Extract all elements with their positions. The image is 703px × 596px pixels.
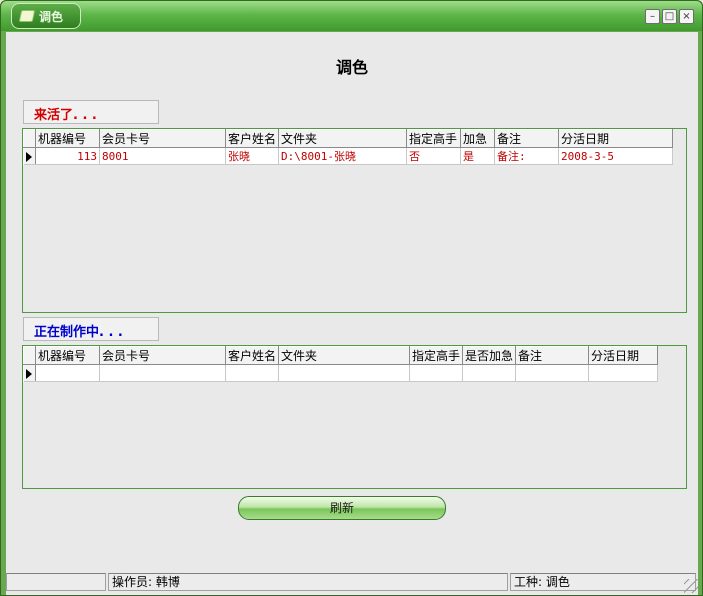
current-row-indicator bbox=[23, 147, 36, 165]
cell-folder[interactable]: D:\8001-张晓 bbox=[278, 147, 408, 165]
window-title: 调色 bbox=[39, 9, 64, 24]
main-window: 调色 – □ × 调色 来活了. . . 机器编号 会员卡号 客户姓名 文件夹 … bbox=[0, 0, 703, 596]
col-urgent[interactable]: 加急 bbox=[460, 129, 496, 148]
incoming-table: 机器编号 会员卡号 客户姓名 文件夹 指定高手 加急 备注 分活日期 113 8… bbox=[23, 129, 674, 165]
col-date[interactable]: 分活日期 bbox=[588, 346, 659, 365]
col-machine-no[interactable]: 机器编号 bbox=[35, 346, 100, 365]
status-operator: 操作员: 韩博 bbox=[108, 573, 508, 591]
incoming-label: 来活了. . . bbox=[23, 100, 159, 124]
current-row-arrow-icon bbox=[26, 368, 33, 379]
close-button[interactable]: × bbox=[679, 9, 694, 24]
table-row[interactable] bbox=[23, 364, 659, 382]
cell-folder[interactable] bbox=[278, 364, 411, 382]
col-member-card[interactable]: 会员卡号 bbox=[99, 346, 226, 365]
row-indicator-header bbox=[23, 129, 36, 148]
cell-member-card[interactable]: 8001 bbox=[99, 147, 226, 165]
title-bar[interactable]: 调色 – □ × bbox=[1, 1, 702, 31]
cell-machine-no[interactable] bbox=[35, 364, 100, 382]
cell-machine-no[interactable]: 113 bbox=[35, 147, 100, 165]
title-tab: 调色 bbox=[11, 3, 81, 29]
maximize-button[interactable]: □ bbox=[662, 9, 677, 24]
col-remark[interactable]: 备注 bbox=[494, 129, 560, 148]
col-folder[interactable]: 文件夹 bbox=[278, 129, 408, 148]
client-area: 调色 来活了. . . 机器编号 会员卡号 客户姓名 文件夹 指定高手 加急 备… bbox=[6, 32, 698, 595]
resize-grip-icon[interactable] bbox=[684, 579, 698, 593]
col-date[interactable]: 分活日期 bbox=[558, 129, 674, 148]
cell-remark[interactable] bbox=[515, 364, 590, 382]
col-customer[interactable]: 客户姓名 bbox=[224, 346, 280, 365]
col-urgent[interactable]: 是否加急 bbox=[462, 346, 517, 365]
cell-customer[interactable] bbox=[225, 364, 280, 382]
cell-date[interactable] bbox=[588, 364, 659, 382]
cell-urgent[interactable]: 是 bbox=[460, 147, 496, 165]
page-title: 调色 bbox=[335, 58, 368, 77]
incoming-header-row: 机器编号 会员卡号 客户姓名 文件夹 指定高手 加急 备注 分活日期 bbox=[23, 129, 674, 148]
table-row[interactable]: 113 8001 张晓 D:\8001-张晓 否 是 备注: 2008-3-5 bbox=[23, 147, 674, 165]
col-folder[interactable]: 文件夹 bbox=[278, 346, 411, 365]
in-progress-header-row: 机器编号 会员卡号 客户姓名 文件夹 指定高手 是否加急 备注 分活日期 bbox=[23, 346, 659, 365]
window-controls: – □ × bbox=[645, 9, 694, 24]
cell-customer[interactable]: 张晓 bbox=[225, 147, 280, 165]
current-row-arrow-icon bbox=[26, 151, 33, 162]
col-remark[interactable]: 备注 bbox=[515, 346, 590, 365]
status-job-type: 工种: 调色 bbox=[510, 573, 696, 591]
cell-expert[interactable]: 否 bbox=[406, 147, 462, 165]
cell-remark[interactable]: 备注: bbox=[494, 147, 560, 165]
current-row-indicator bbox=[23, 364, 36, 382]
status-bar: 操作员: 韩博 工种: 调色 bbox=[6, 573, 698, 593]
incoming-grid[interactable]: 机器编号 会员卡号 客户姓名 文件夹 指定高手 加急 备注 分活日期 113 8… bbox=[22, 128, 687, 313]
app-icon bbox=[18, 10, 36, 22]
col-expert[interactable]: 指定高手 bbox=[406, 129, 462, 148]
status-cell-empty bbox=[6, 573, 106, 591]
refresh-button[interactable]: 刷新 bbox=[238, 496, 446, 520]
in-progress-grid[interactable]: 机器编号 会员卡号 客户姓名 文件夹 指定高手 是否加急 备注 分活日期 bbox=[22, 345, 687, 489]
cell-date[interactable]: 2008-3-5 bbox=[558, 147, 674, 165]
cell-expert[interactable] bbox=[409, 364, 464, 382]
in-progress-table: 机器编号 会员卡号 客户姓名 文件夹 指定高手 是否加急 备注 分活日期 bbox=[23, 346, 659, 382]
cell-urgent[interactable] bbox=[462, 364, 517, 382]
col-expert[interactable]: 指定高手 bbox=[409, 346, 464, 365]
col-member-card[interactable]: 会员卡号 bbox=[99, 129, 226, 148]
col-customer[interactable]: 客户姓名 bbox=[224, 129, 280, 148]
in-progress-label: 正在制作中. . . bbox=[23, 317, 159, 341]
minimize-button[interactable]: – bbox=[645, 9, 660, 24]
col-machine-no[interactable]: 机器编号 bbox=[35, 129, 100, 148]
cell-member-card[interactable] bbox=[99, 364, 226, 382]
row-indicator-header bbox=[23, 346, 36, 365]
